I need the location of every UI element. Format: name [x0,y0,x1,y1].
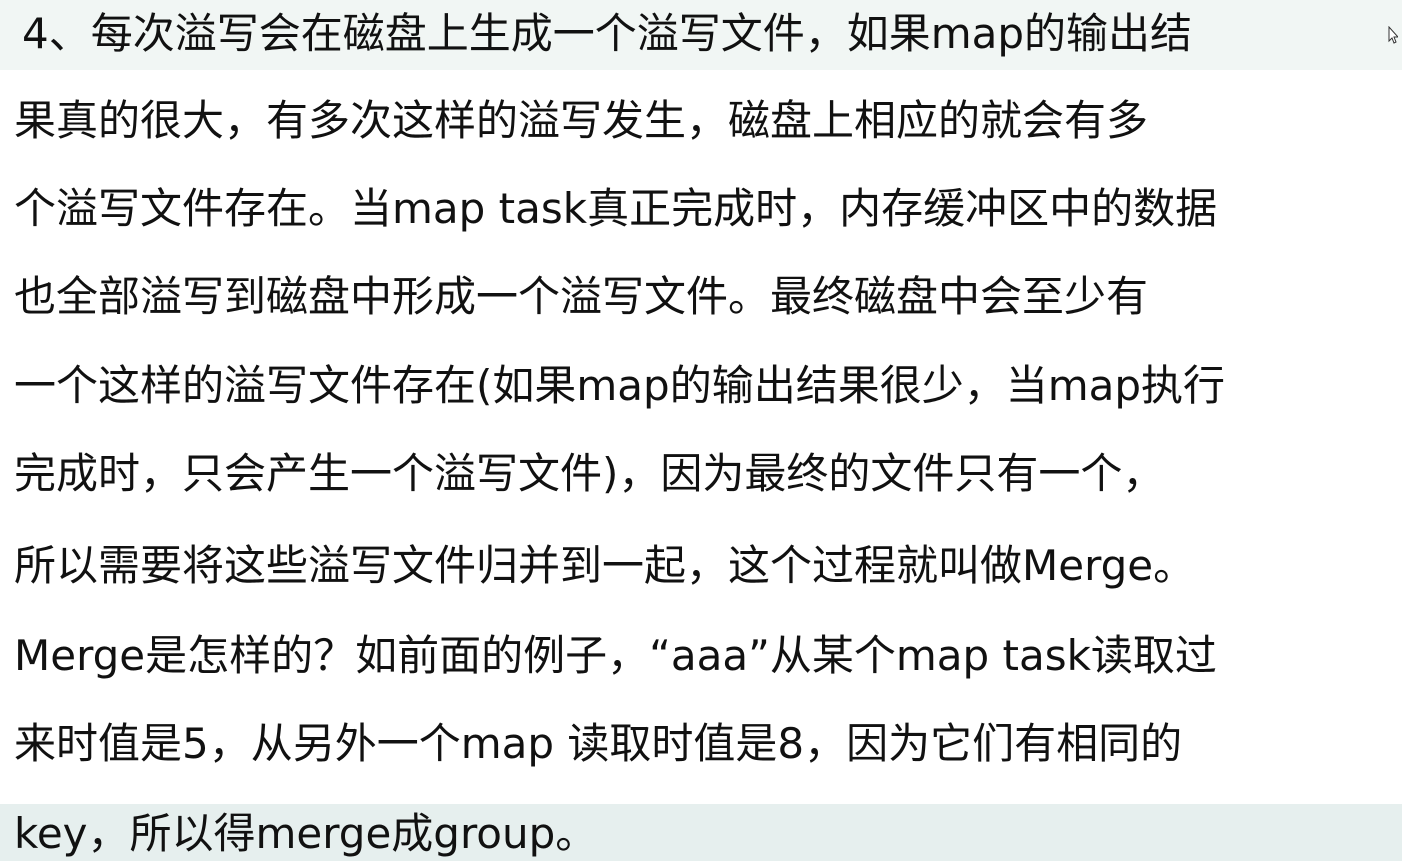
text-line-3: 个溢写文件存在。当map task真正完成时，内存缓冲区中的数据 [14,184,1218,233]
text-line-4: 也全部溢写到磁盘中形成一个溢写文件。最终磁盘中会至少有 [14,272,1149,321]
text-line-1: 4、每次溢写会在磁盘上生成一个溢写文件，如果map的输出结 [22,9,1193,58]
text-line-5: 一个这样的溢写文件存在(如果map的输出结果很少，当map执行 [14,361,1226,410]
text-line-9: 来时值是5，从另外一个map 读取时值是8，因为它们有相同的 [14,719,1183,768]
text-line-6: 完成时，只会产生一个溢写文件)，因为最终的文件只有一个， [14,449,1165,498]
mouse-cursor-icon [1388,26,1398,44]
document-slide: 4、每次溢写会在磁盘上生成一个溢写文件，如果map的输出结 果真的很大，有多次这… [0,0,1402,861]
text-line-2: 果真的很大，有多次这样的溢写发生，磁盘上相应的就会有多 [14,96,1149,145]
text-line-7: 所以需要将这些溢写文件归并到一起，这个过程就叫做Merge。 [14,541,1196,590]
text-line-10: key，所以得merge成group。 [14,809,598,858]
text-line-8: Merge是怎样的？如前面的例子，“aaa”从某个map task读取过 [14,631,1217,680]
